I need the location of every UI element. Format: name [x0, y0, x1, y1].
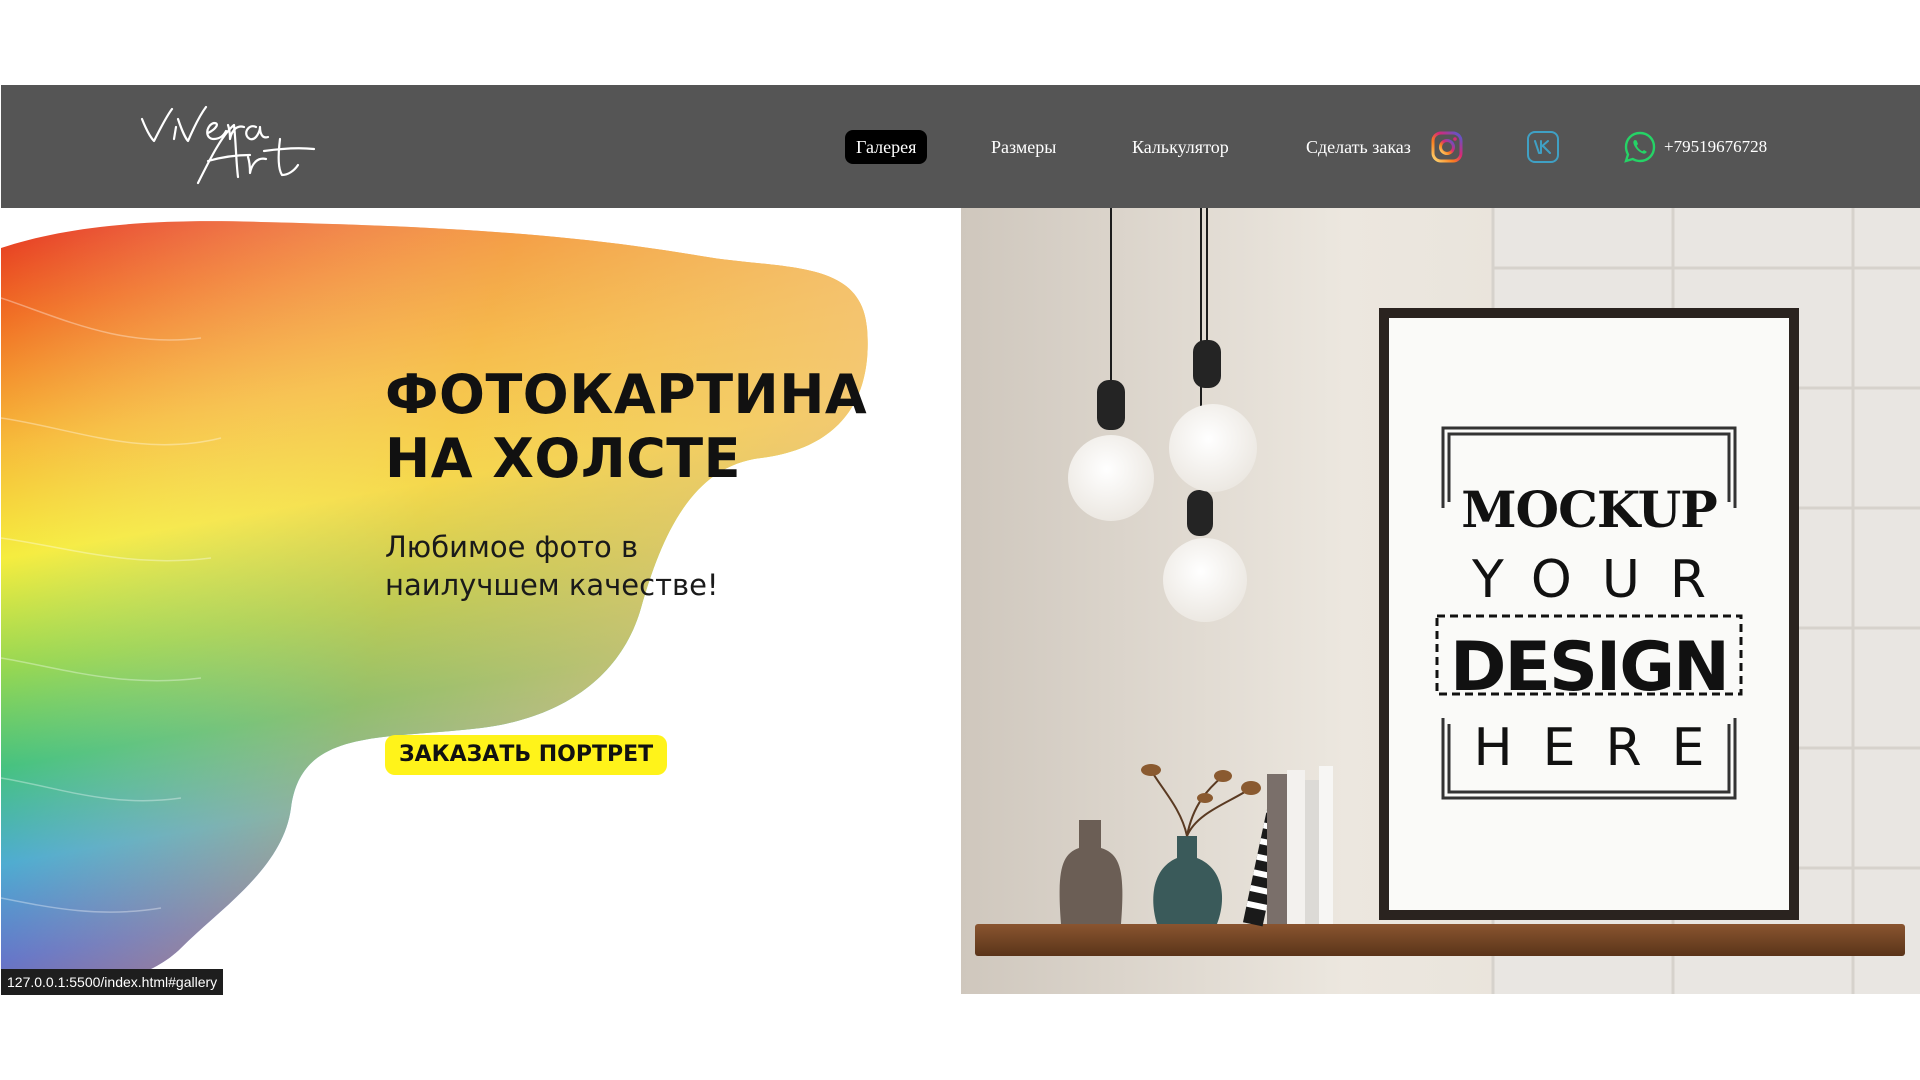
- hero-subtitle-line-2: наилучшем качестве!: [385, 568, 719, 602]
- page: Галерея Размеры Калькулятор Сделать зака…: [0, 0, 1920, 1080]
- nav-order[interactable]: Сделать заказ: [1306, 130, 1411, 164]
- instagram-icon[interactable]: [1430, 130, 1464, 164]
- hero-title-line-1: ФОТОКАРТИНА: [385, 363, 868, 426]
- order-portrait-button[interactable]: ЗАКАЗАТЬ ПОРТРЕТ: [385, 735, 668, 775]
- poster-frame: MOCKUP YOUR DESIGN HERE: [1379, 308, 1799, 920]
- phone-link[interactable]: +79519676728: [1664, 130, 1767, 164]
- site-header: Галерея Размеры Калькулятор Сделать зака…: [1, 85, 1920, 208]
- poster-line-here: HERE: [1473, 718, 1735, 778]
- nav-gallery[interactable]: Галерея: [845, 130, 928, 164]
- hero-title-line-2: НА ХОЛСТЕ: [385, 427, 742, 490]
- poster-line-design: DESIGN: [1450, 628, 1730, 707]
- hero-section: ФОТОКАРТИНА НА ХОЛСТЕ Любимое фото в наи…: [1, 208, 961, 994]
- poster: MOCKUP YOUR DESIGN HERE: [1389, 318, 1789, 910]
- poster-line-your: YOUR: [1471, 550, 1737, 610]
- poster-ornament: [1435, 426, 1743, 800]
- whatsapp-icon[interactable]: [1623, 130, 1657, 164]
- nav-calculator[interactable]: Калькулятор: [1132, 130, 1229, 164]
- hero-subtitle-line-1: Любимое фото в: [385, 530, 639, 564]
- hero-subtitle: Любимое фото в наилучшем качестве!: [385, 528, 805, 604]
- hero-title: ФОТОКАРТИНА НА ХОЛСТЕ: [385, 363, 905, 491]
- vk-icon[interactable]: [1526, 130, 1560, 164]
- main-nav: Галерея Размеры Калькулятор Сделать зака…: [1, 130, 1920, 164]
- browser-status-url: 127.0.0.1:5500/index.html#gallery: [1, 969, 224, 995]
- poster-line-mockup: MOCKUP: [1461, 480, 1718, 539]
- mockup-image: MOCKUP YOUR DESIGN HERE: [961, 208, 1920, 994]
- nav-sizes[interactable]: Размеры: [991, 130, 1056, 164]
